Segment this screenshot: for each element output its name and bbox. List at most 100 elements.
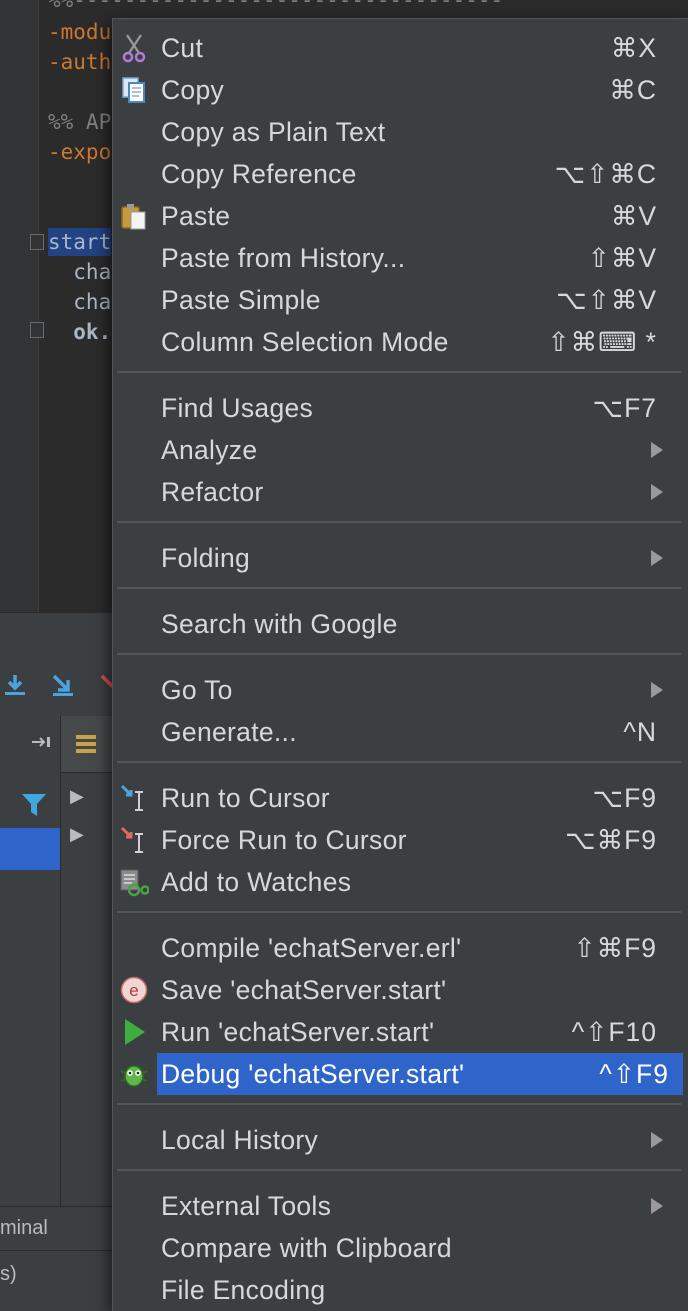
menu-item-save-config[interactable]: e Save 'echatServer.start' xyxy=(113,969,679,1011)
menu-item-shortcut: ⇧⌘V xyxy=(587,243,657,273)
menu-item-shortcut: ⇧⌘⌨ * xyxy=(547,327,657,357)
submenu-arrow-icon xyxy=(651,442,663,458)
menu-item-paste-simple[interactable]: Paste Simple ⌥⇧⌘V xyxy=(113,279,679,321)
menu-item-shortcut: ⌥F9 xyxy=(592,783,657,813)
selected-frame-row[interactable] xyxy=(0,828,60,870)
erlang-e-icon: e xyxy=(119,975,149,1005)
debug-bug-icon xyxy=(119,1059,149,1089)
menu-item-shortcut: ⇧⌘F9 xyxy=(573,933,657,963)
status-text: s) xyxy=(0,1263,17,1285)
menu-item-paste[interactable]: Paste ⌘V xyxy=(113,195,679,237)
editor-gutter xyxy=(0,0,39,612)
menu-item-folding[interactable]: Folding xyxy=(113,537,679,579)
menu-item-shortcut: ⌘C xyxy=(609,75,657,105)
menu-item-label: Paste xyxy=(161,201,231,231)
menu-separator xyxy=(117,587,681,589)
svg-text:e: e xyxy=(129,981,138,1000)
menu-item-find-usages[interactable]: Find Usages ⌥F7 xyxy=(113,387,679,429)
expand-arrow-icon[interactable]: ▶ xyxy=(70,786,84,807)
menu-item-compile[interactable]: Compile 'echatServer.erl' ⇧⌘F9 xyxy=(113,927,679,969)
context-menu: Cut ⌘X Copy ⌘C Copy as Plain Text Copy Refere… xyxy=(112,18,688,1311)
menu-item-label: Copy Reference xyxy=(161,159,357,189)
force-step-into-icon[interactable] xyxy=(50,672,76,698)
menu-item-shortcut: ⌥⌘F9 xyxy=(565,825,657,855)
code-line: %% AP xyxy=(48,110,112,134)
menu-item-label: Run to Cursor xyxy=(161,783,330,813)
menu-item-search-google[interactable]: Search with Google xyxy=(113,603,679,645)
menu-item-label: Force Run to Cursor xyxy=(161,825,407,855)
menu-item-shortcut: ^N xyxy=(623,717,657,747)
menu-item-label: Copy as Plain Text xyxy=(161,117,386,147)
copy-icon xyxy=(119,75,149,105)
menu-item-label: Analyze xyxy=(161,435,258,465)
scissors-icon xyxy=(119,33,149,63)
run-to-cursor-icon xyxy=(119,783,149,813)
menu-item-label: Debug 'echatServer.start' xyxy=(161,1059,465,1089)
menu-item-shortcut: ⌥F7 xyxy=(592,393,657,423)
menu-item-label: Column Selection Mode xyxy=(161,327,449,357)
menu-item-external-tools[interactable]: External Tools xyxy=(113,1185,679,1227)
menu-item-local-history[interactable]: Local History xyxy=(113,1119,679,1161)
menu-item-label: Search with Google xyxy=(161,609,398,639)
menu-item-run[interactable]: Run 'echatServer.start' ^⇧F10 xyxy=(113,1011,679,1053)
menu-item-copy-ref[interactable]: Copy Reference ⌥⇧⌘C xyxy=(113,153,679,195)
watches-icon xyxy=(119,867,150,897)
menu-item-label: Compare with Clipboard xyxy=(161,1233,452,1263)
fold-marker[interactable] xyxy=(30,322,44,338)
menu-item-label: Local History xyxy=(161,1125,319,1155)
menu-item-label: Refactor xyxy=(161,477,264,507)
menu-item-force-run[interactable]: Force Run to Cursor ⌥⌘F9 xyxy=(113,819,679,861)
menu-separator xyxy=(117,1103,681,1105)
code-line: -modu xyxy=(48,20,112,44)
menu-item-run-to-cursor[interactable]: Run to Cursor ⌥F9 xyxy=(113,777,679,819)
code-line: cha xyxy=(48,260,112,284)
submenu-arrow-icon xyxy=(651,1198,663,1214)
expand-arrow-icon[interactable]: ▶ xyxy=(70,824,84,845)
terminal-tab[interactable]: minal xyxy=(0,1217,48,1240)
menu-separator xyxy=(117,1169,681,1171)
menu-item-file-encoding[interactable]: File Encoding xyxy=(113,1269,679,1311)
menu-item-label: Find Usages xyxy=(161,393,314,423)
menu-item-shortcut: ^⇧F9 xyxy=(599,1059,669,1089)
submenu-arrow-icon xyxy=(651,550,663,566)
menu-item-label: Save 'echatServer.start' xyxy=(161,975,447,1005)
menu-item-label: Folding xyxy=(161,543,251,573)
menu-item-paste-history[interactable]: Paste from History... ⇧⌘V xyxy=(113,237,679,279)
menu-separator xyxy=(117,761,681,763)
menu-item-generate[interactable]: Generate... ^N xyxy=(113,711,679,753)
menu-item-label: Paste from History... xyxy=(161,243,406,273)
filter-icon[interactable] xyxy=(20,790,48,818)
pin-icon[interactable] xyxy=(30,734,54,750)
menu-item-analyze[interactable]: Analyze xyxy=(113,429,679,471)
menu-separator xyxy=(117,911,681,913)
menu-item-column-mode[interactable]: Column Selection Mode ⇧⌘⌨ * xyxy=(113,321,679,363)
step-into-icon[interactable] xyxy=(2,672,28,698)
submenu-arrow-icon xyxy=(651,682,663,698)
menu-item-label: Go To xyxy=(161,675,233,705)
code-line: -auth xyxy=(48,50,112,74)
menu-item-refactor[interactable]: Refactor xyxy=(113,471,679,513)
run-icon xyxy=(119,1017,149,1047)
menu-item-shortcut: ⌘V xyxy=(610,201,657,231)
menu-item-go-to[interactable]: Go To xyxy=(113,669,679,711)
menu-separator xyxy=(117,521,681,523)
code-line: cha xyxy=(48,290,112,314)
variables-icon xyxy=(76,735,96,753)
menu-item-label: Compile 'echatServer.erl' xyxy=(161,933,462,963)
menu-item-cut[interactable]: Cut ⌘X xyxy=(113,27,679,69)
menu-separator xyxy=(117,371,681,373)
menu-item-copy-plain[interactable]: Copy as Plain Text xyxy=(113,111,679,153)
fold-marker[interactable] xyxy=(30,234,44,250)
menu-item-debug[interactable]: Debug 'echatServer.start' ^⇧F9 xyxy=(120,1053,683,1095)
code-line: start xyxy=(48,228,112,256)
menu-item-label: Add to Watches xyxy=(161,867,352,897)
menu-item-shortcut: ⌥⇧⌘V xyxy=(556,285,657,315)
code-line: %%---------------------------------- xyxy=(48,0,504,12)
menu-item-add-watches[interactable]: Add to Watches xyxy=(113,861,679,903)
menu-item-copy[interactable]: Copy ⌘C xyxy=(113,69,679,111)
menu-item-label: Cut xyxy=(161,33,204,63)
menu-item-label: External Tools xyxy=(161,1191,332,1221)
menu-item-shortcut: ⌘X xyxy=(610,33,657,63)
menu-item-compare-clipboard[interactable]: Compare with Clipboard xyxy=(113,1227,679,1269)
menu-item-shortcut: ⌥⇧⌘C xyxy=(554,159,657,189)
